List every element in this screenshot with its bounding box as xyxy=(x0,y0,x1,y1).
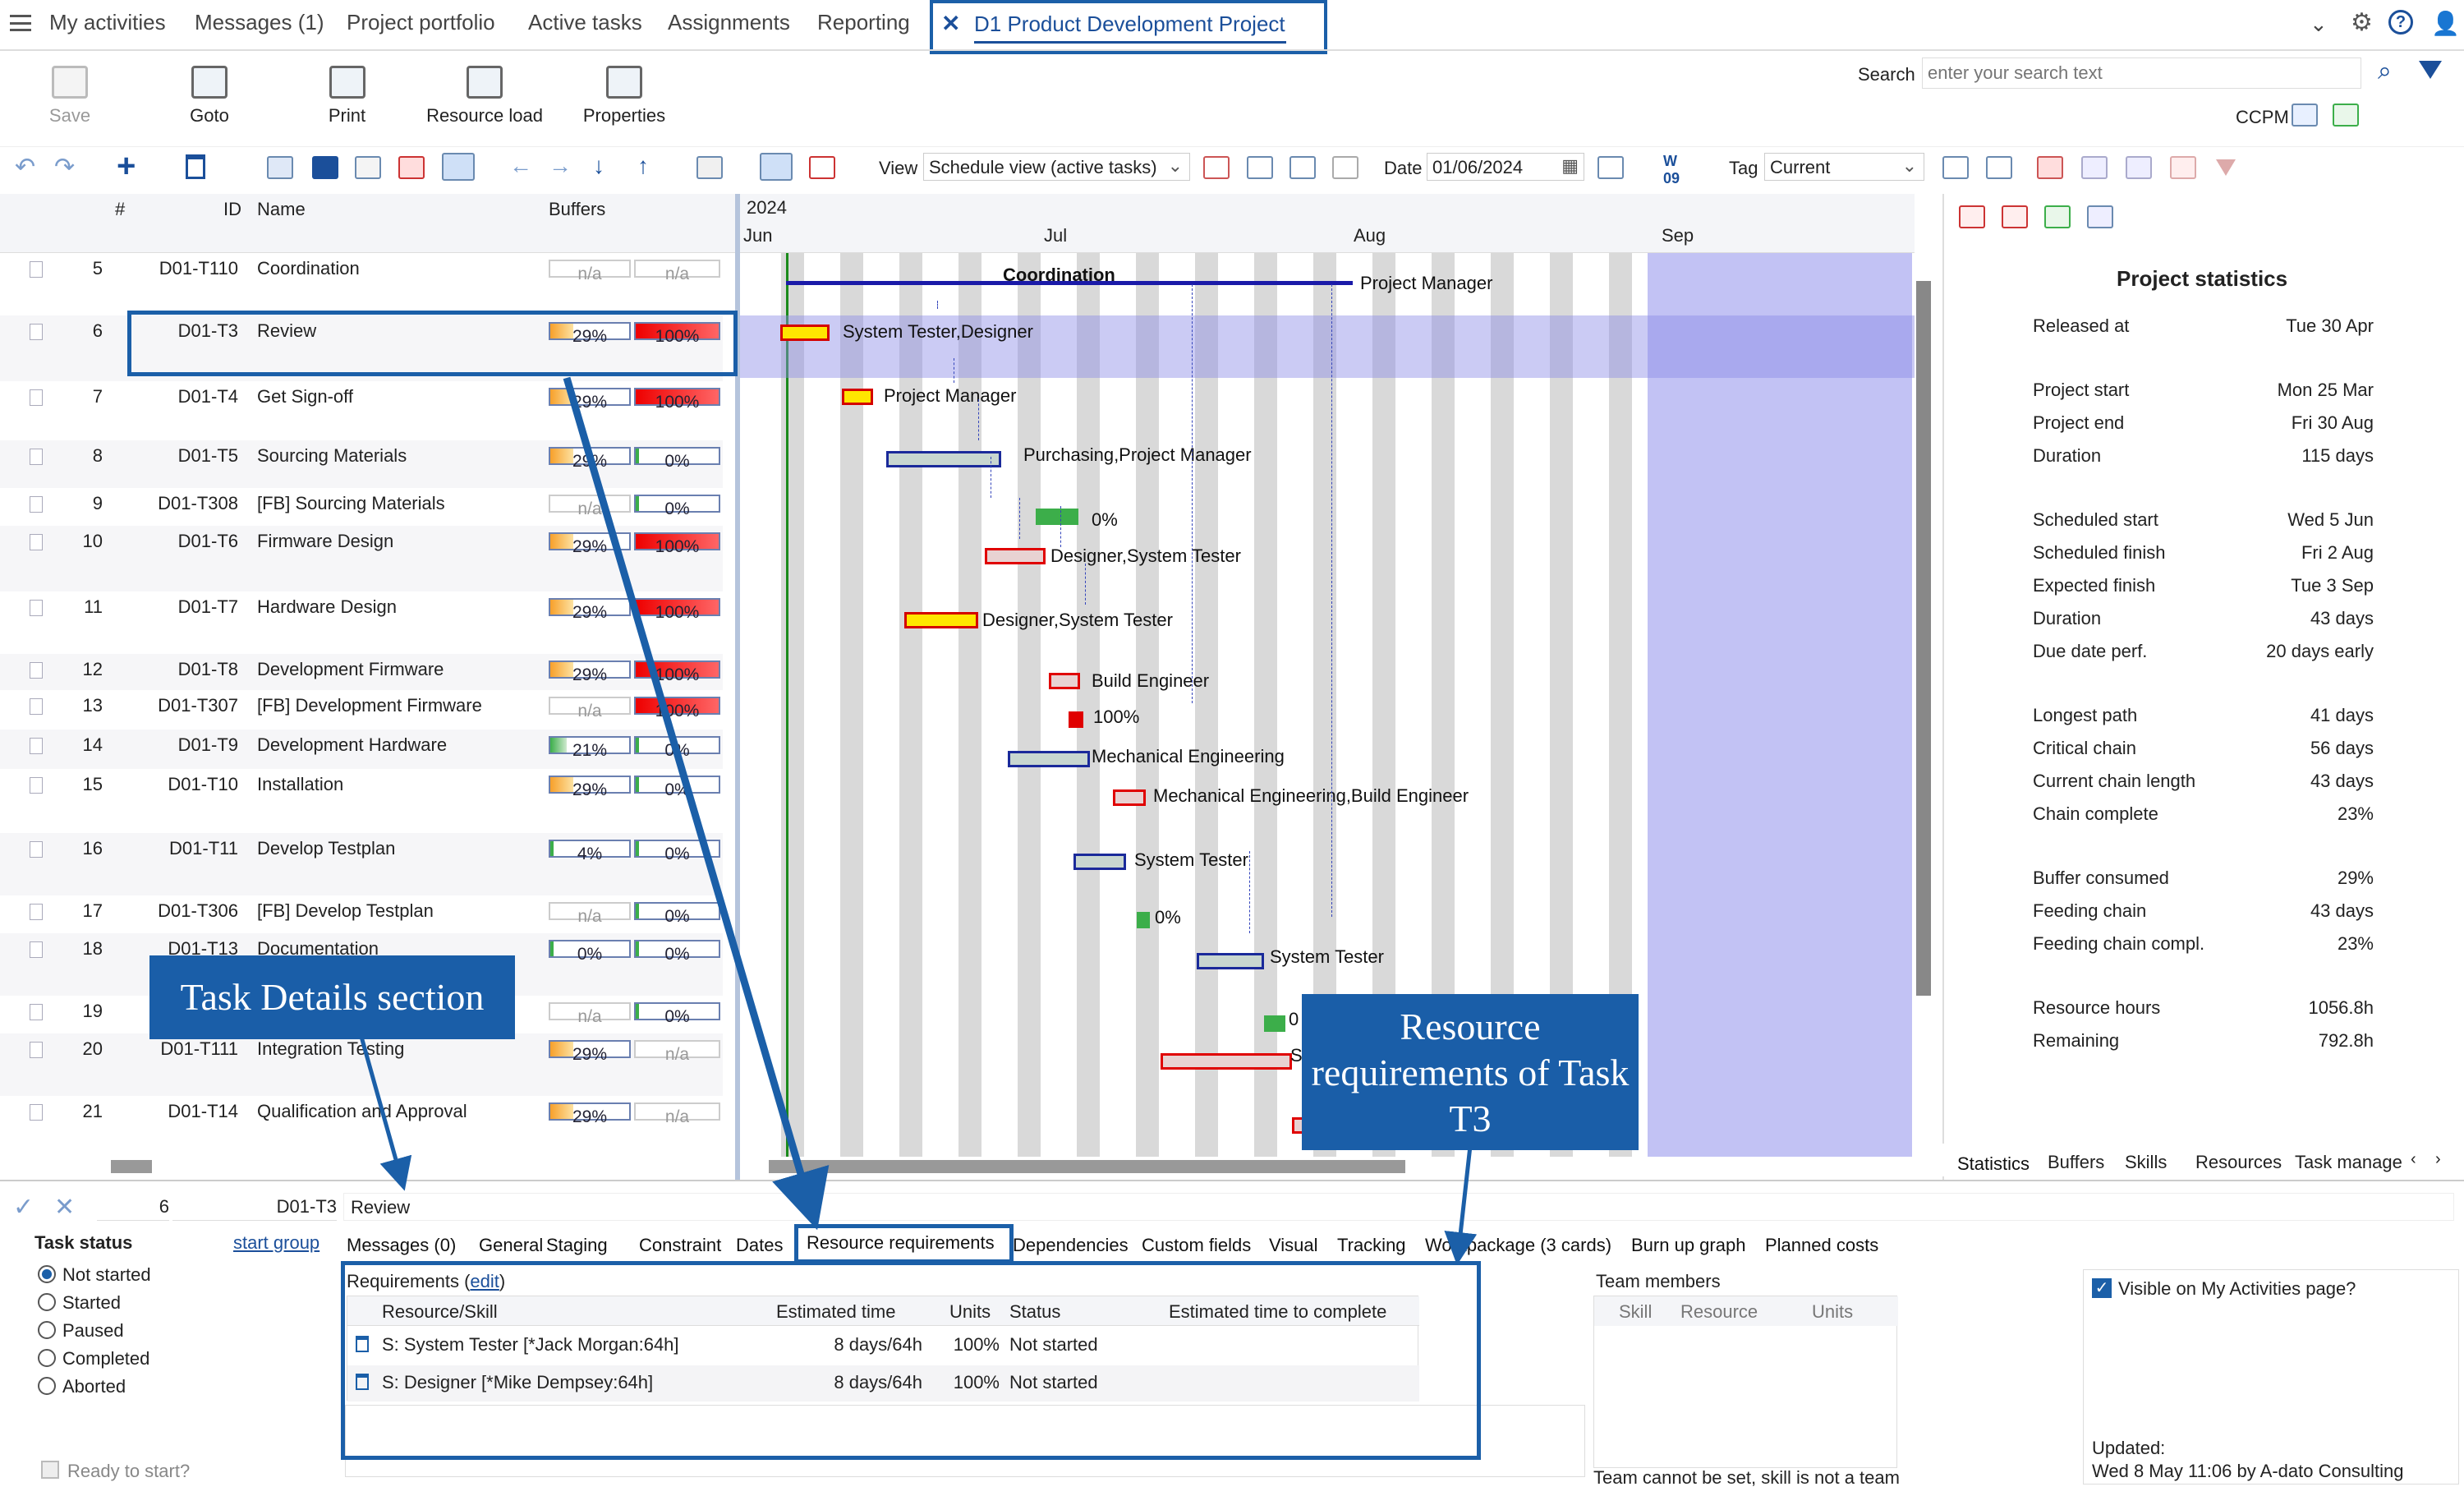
arrow-to-details xyxy=(359,1036,412,1191)
arrow-to-requirements xyxy=(1444,1145,1478,1265)
annotation-arrows xyxy=(359,376,1478,1265)
resource-req-callout: Resource requirements of Task T3 xyxy=(1302,994,1639,1150)
task-details-callout: Task Details section xyxy=(149,955,515,1039)
arrow-to-resource-tab xyxy=(563,376,830,1231)
